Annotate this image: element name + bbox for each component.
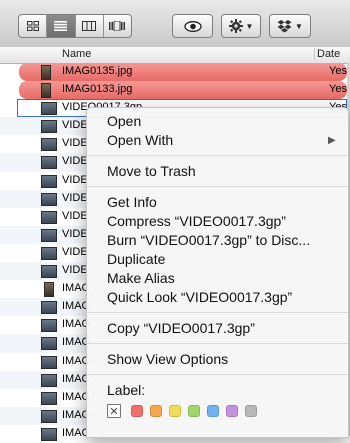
file-name: VIDE: [62, 227, 88, 240]
label-color-swatch[interactable]: [226, 405, 238, 417]
chevron-down-icon: ▼: [295, 21, 303, 31]
menu-separator: [87, 343, 348, 344]
menu-item-open[interactable]: Open: [107, 113, 141, 129]
video-thumbnail-icon: [41, 355, 57, 369]
name-column-header[interactable]: Name: [62, 48, 91, 60]
file-name: VIDE: [62, 209, 88, 222]
dropbox-menu-button[interactable]: ▼: [269, 14, 311, 38]
list-header: Name Date: [0, 47, 350, 64]
date-column-header[interactable]: Date: [314, 48, 340, 60]
context-menu: Open Open With ▶ Move to Trash Get Info …: [86, 107, 349, 438]
video-thumbnail-icon: [41, 192, 57, 206]
video-thumbnail-icon: [41, 228, 57, 242]
image-thumbnail-icon: [41, 65, 51, 80]
menu-item-make-alias[interactable]: Make Alias: [107, 270, 175, 286]
video-thumbnail-icon: [41, 337, 57, 351]
video-thumbnail-icon: [41, 409, 57, 423]
label-color-swatch[interactable]: [131, 405, 143, 417]
label-color-swatch[interactable]: [169, 405, 181, 417]
close-icon: ✕: [109, 405, 119, 418]
action-menu-button[interactable]: ▼: [221, 14, 261, 38]
video-thumbnail-icon: [41, 210, 57, 224]
file-name: VIDE: [62, 245, 88, 258]
column-view-button[interactable]: [76, 15, 104, 37]
menu-item-quick-look[interactable]: Quick Look “VIDEO0017.3gp”: [107, 289, 292, 305]
list-view-button[interactable]: [47, 15, 76, 37]
file-name: VIDE: [62, 264, 88, 277]
coverflow-view-icon: [109, 21, 126, 31]
menu-item-move-to-trash[interactable]: Move to Trash: [107, 163, 196, 179]
video-thumbnail-icon: [41, 138, 57, 152]
video-thumbnail-icon: [41, 246, 57, 260]
label-color-swatch[interactable]: [188, 405, 200, 417]
menu-item-open-with-label: Open With: [107, 132, 174, 148]
label-color-swatch[interactable]: [150, 405, 162, 417]
menu-item-copy[interactable]: Copy “VIDEO0017.3gp”: [107, 320, 255, 336]
label-color-picker: ✕: [107, 404, 264, 418]
eye-icon: [183, 20, 202, 32]
view-mode-selector: [18, 14, 132, 38]
file-name: VIDE: [62, 155, 88, 168]
dropbox-icon: [277, 19, 292, 32]
column-view-icon: [82, 21, 97, 31]
menu-separator: [87, 374, 348, 375]
menu-item-compress[interactable]: Compress “VIDEO0017.3gp”: [107, 213, 286, 229]
quick-look-button[interactable]: [172, 14, 213, 38]
video-thumbnail-icon: [41, 301, 57, 315]
submenu-arrow-icon: ▶: [328, 135, 336, 146]
menu-separator: [87, 312, 348, 313]
menu-separator: [87, 186, 348, 187]
menu-separator: [87, 155, 348, 156]
label-color-swatch[interactable]: [245, 405, 257, 417]
video-thumbnail-icon: [41, 427, 57, 441]
video-thumbnail-icon: [41, 102, 57, 116]
menu-item-duplicate[interactable]: Duplicate: [107, 251, 165, 267]
video-thumbnail-icon: [41, 391, 57, 405]
video-thumbnail-icon: [41, 156, 57, 170]
menu-item-burn[interactable]: Burn “VIDEO0017.3gp” to Disc...: [107, 232, 310, 248]
file-row[interactable]: IMAG0133.jpg Yest: [19, 81, 350, 100]
coverflow-view-button[interactable]: [104, 15, 131, 37]
icon-view-button[interactable]: [19, 15, 48, 37]
gear-icon: [228, 19, 243, 33]
no-label-button[interactable]: ✕: [107, 404, 121, 418]
list-view-icon: [54, 21, 68, 31]
video-thumbnail-icon: [41, 120, 57, 134]
file-name: VIDE: [62, 119, 88, 132]
menu-label-heading: Label:: [107, 382, 146, 398]
video-thumbnail-icon: [41, 265, 57, 279]
file-name: VIDE: [62, 191, 88, 204]
video-thumbnail-icon: [41, 174, 57, 188]
chevron-down-icon: ▼: [245, 21, 254, 31]
file-name: VIDE: [62, 137, 88, 150]
image-thumbnail-icon: [44, 282, 54, 298]
menu-item-show-view-options[interactable]: Show View Options: [107, 351, 228, 367]
finder-toolbar: ▼ ▼: [0, 0, 350, 48]
icon-view-icon: [26, 21, 39, 31]
label-color-swatch[interactable]: [207, 405, 219, 417]
video-thumbnail-icon: [41, 373, 57, 387]
file-row[interactable]: IMAG0135.jpg Yest: [19, 63, 350, 82]
menu-item-get-info[interactable]: Get Info: [107, 194, 157, 210]
file-name: IMAG0133.jpg: [62, 83, 133, 96]
file-name: IMAG0135.jpg: [62, 65, 133, 77]
image-thumbnail-icon: [41, 83, 51, 99]
file-name: VIDE: [62, 173, 88, 186]
video-thumbnail-icon: [41, 319, 57, 333]
menu-item-open-with[interactable]: Open With ▶: [107, 132, 342, 148]
